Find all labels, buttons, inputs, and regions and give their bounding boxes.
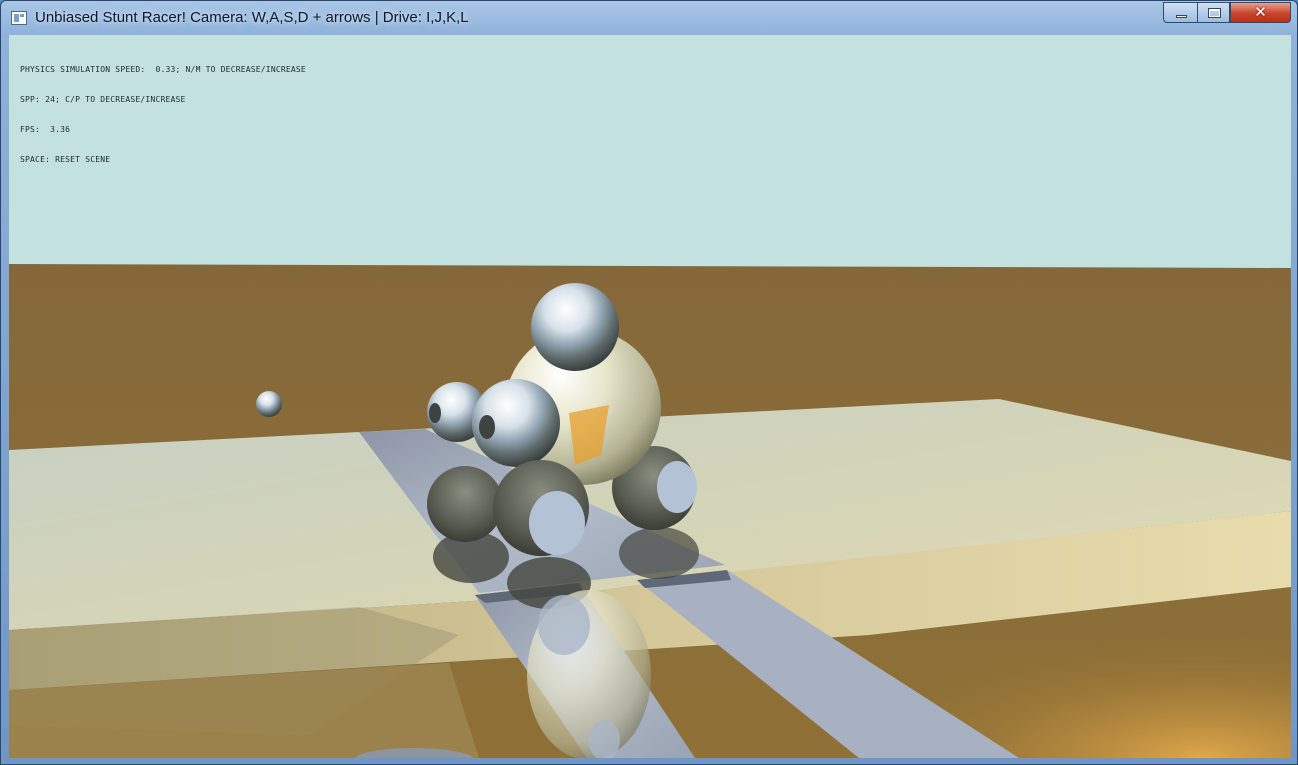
title-bar[interactable]: Unbiased Stunt Racer! Camera: W,A,S,D + … [1,1,1297,35]
render-viewport[interactable]: PHYSICS SIMULATION SPEED: 0.33; N/M TO D… [9,35,1291,758]
wheel-reflection [657,461,697,513]
wheel-rear-left [427,466,503,542]
wheel-reflection [529,491,585,555]
minimize-button[interactable] [1163,2,1198,23]
minimize-icon [1176,15,1187,18]
close-button[interactable]: ✕ [1230,2,1291,23]
overlay-line: SPP: 24; C/P TO DECREASE/INCREASE [20,95,186,104]
maximize-icon [1208,8,1221,18]
distant-ball [256,391,282,417]
reflection [619,527,699,579]
sphere-dark-spot [429,403,441,423]
top-sphere [531,283,619,371]
app-window: Unbiased Stunt Racer! Camera: W,A,S,D + … [0,0,1298,765]
overlay-line: FPS: 3.36 [20,125,71,134]
window-app-icon[interactable] [11,11,27,25]
close-icon: ✕ [1254,3,1267,21]
sphere-dark-spot [479,415,495,439]
overlay-line: PHYSICS SIMULATION SPEED: 0.33; N/M TO D… [20,65,306,74]
stats-overlay: PHYSICS SIMULATION SPEED: 0.33; N/M TO D… [20,45,306,185]
reflection-chrome [538,595,590,655]
overlay-line: SPACE: RESET SCENE [20,155,111,164]
maximize-button[interactable] [1197,2,1230,23]
window-title: Unbiased Stunt Racer! Camera: W,A,S,D + … [35,9,469,26]
